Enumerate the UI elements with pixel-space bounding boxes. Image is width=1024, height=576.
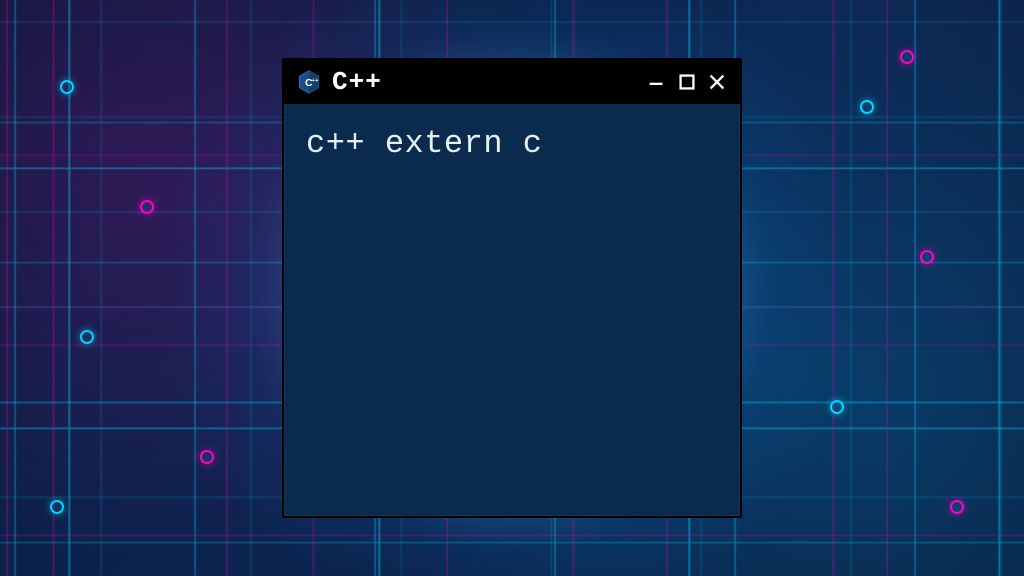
window-title: C++ [332,67,634,97]
code-line: c++ extern c [306,122,718,165]
minimize-button[interactable] [644,69,670,95]
cpp-logo-icon: C + + [296,69,322,95]
maximize-button[interactable] [674,69,700,95]
window-controls [644,69,730,95]
close-button[interactable] [704,69,730,95]
app-window: C + + C++ c++ extern c [282,58,742,518]
window-container: C + + C++ c++ extern c [282,58,742,518]
titlebar[interactable]: C + + C++ [284,60,740,104]
terminal-content[interactable]: c++ extern c [284,104,740,516]
